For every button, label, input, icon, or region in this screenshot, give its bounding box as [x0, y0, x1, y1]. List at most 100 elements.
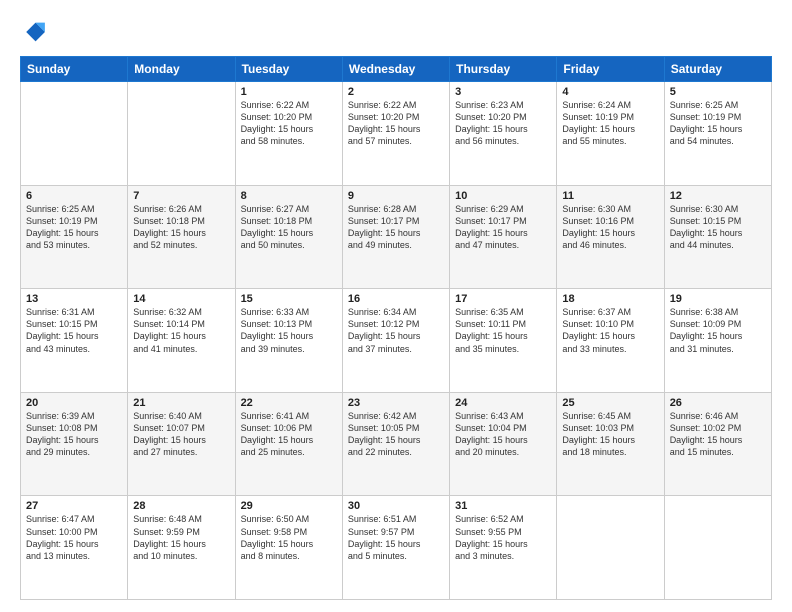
calendar-cell: 15Sunrise: 6:33 AM Sunset: 10:13 PM Dayl…	[235, 289, 342, 393]
calendar-cell: 28Sunrise: 6:48 AM Sunset: 9:59 PM Dayli…	[128, 496, 235, 600]
calendar-table: SundayMondayTuesdayWednesdayThursdayFrid…	[20, 56, 772, 600]
day-info: Sunrise: 6:22 AM Sunset: 10:20 PM Daylig…	[241, 99, 337, 148]
day-header-friday: Friday	[557, 57, 664, 82]
day-number: 13	[26, 293, 122, 305]
day-number: 24	[455, 397, 551, 409]
day-info: Sunrise: 6:45 AM Sunset: 10:03 PM Daylig…	[562, 410, 658, 459]
day-info: Sunrise: 6:41 AM Sunset: 10:06 PM Daylig…	[241, 410, 337, 459]
day-number: 8	[241, 190, 337, 202]
day-number: 29	[241, 500, 337, 512]
day-number: 20	[26, 397, 122, 409]
calendar-cell: 8Sunrise: 6:27 AM Sunset: 10:18 PM Dayli…	[235, 185, 342, 289]
calendar-cell: 1Sunrise: 6:22 AM Sunset: 10:20 PM Dayli…	[235, 82, 342, 186]
day-header-sunday: Sunday	[21, 57, 128, 82]
day-info: Sunrise: 6:29 AM Sunset: 10:17 PM Daylig…	[455, 203, 551, 252]
day-info: Sunrise: 6:30 AM Sunset: 10:16 PM Daylig…	[562, 203, 658, 252]
page: SundayMondayTuesdayWednesdayThursdayFrid…	[0, 0, 792, 612]
calendar-cell: 24Sunrise: 6:43 AM Sunset: 10:04 PM Dayl…	[450, 392, 557, 496]
calendar-week-row: 1Sunrise: 6:22 AM Sunset: 10:20 PM Dayli…	[21, 82, 772, 186]
day-info: Sunrise: 6:25 AM Sunset: 10:19 PM Daylig…	[26, 203, 122, 252]
calendar-cell: 6Sunrise: 6:25 AM Sunset: 10:19 PM Dayli…	[21, 185, 128, 289]
day-number: 21	[133, 397, 229, 409]
day-number: 5	[670, 86, 766, 98]
calendar-week-row: 13Sunrise: 6:31 AM Sunset: 10:15 PM Dayl…	[21, 289, 772, 393]
calendar-cell: 17Sunrise: 6:35 AM Sunset: 10:11 PM Dayl…	[450, 289, 557, 393]
day-info: Sunrise: 6:23 AM Sunset: 10:20 PM Daylig…	[455, 99, 551, 148]
day-info: Sunrise: 6:38 AM Sunset: 10:09 PM Daylig…	[670, 306, 766, 355]
calendar-cell: 14Sunrise: 6:32 AM Sunset: 10:14 PM Dayl…	[128, 289, 235, 393]
day-info: Sunrise: 6:46 AM Sunset: 10:02 PM Daylig…	[670, 410, 766, 459]
day-number: 2	[348, 86, 444, 98]
calendar-cell: 3Sunrise: 6:23 AM Sunset: 10:20 PM Dayli…	[450, 82, 557, 186]
day-number: 12	[670, 190, 766, 202]
calendar-cell: 4Sunrise: 6:24 AM Sunset: 10:19 PM Dayli…	[557, 82, 664, 186]
day-number: 17	[455, 293, 551, 305]
day-number: 19	[670, 293, 766, 305]
day-info: Sunrise: 6:31 AM Sunset: 10:15 PM Daylig…	[26, 306, 122, 355]
calendar-week-row: 27Sunrise: 6:47 AM Sunset: 10:00 PM Dayl…	[21, 496, 772, 600]
logo-icon	[20, 18, 48, 46]
day-info: Sunrise: 6:51 AM Sunset: 9:57 PM Dayligh…	[348, 513, 444, 562]
calendar-cell	[128, 82, 235, 186]
calendar-cell: 10Sunrise: 6:29 AM Sunset: 10:17 PM Dayl…	[450, 185, 557, 289]
calendar-cell: 26Sunrise: 6:46 AM Sunset: 10:02 PM Dayl…	[664, 392, 771, 496]
day-number: 3	[455, 86, 551, 98]
day-info: Sunrise: 6:27 AM Sunset: 10:18 PM Daylig…	[241, 203, 337, 252]
day-info: Sunrise: 6:25 AM Sunset: 10:19 PM Daylig…	[670, 99, 766, 148]
day-number: 6	[26, 190, 122, 202]
day-header-saturday: Saturday	[664, 57, 771, 82]
day-number: 18	[562, 293, 658, 305]
day-info: Sunrise: 6:28 AM Sunset: 10:17 PM Daylig…	[348, 203, 444, 252]
calendar-cell: 7Sunrise: 6:26 AM Sunset: 10:18 PM Dayli…	[128, 185, 235, 289]
calendar-cell	[21, 82, 128, 186]
day-info: Sunrise: 6:22 AM Sunset: 10:20 PM Daylig…	[348, 99, 444, 148]
day-number: 4	[562, 86, 658, 98]
day-info: Sunrise: 6:30 AM Sunset: 10:15 PM Daylig…	[670, 203, 766, 252]
day-info: Sunrise: 6:24 AM Sunset: 10:19 PM Daylig…	[562, 99, 658, 148]
day-info: Sunrise: 6:48 AM Sunset: 9:59 PM Dayligh…	[133, 513, 229, 562]
day-info: Sunrise: 6:50 AM Sunset: 9:58 PM Dayligh…	[241, 513, 337, 562]
calendar-cell: 12Sunrise: 6:30 AM Sunset: 10:15 PM Dayl…	[664, 185, 771, 289]
day-info: Sunrise: 6:37 AM Sunset: 10:10 PM Daylig…	[562, 306, 658, 355]
logo	[20, 18, 52, 46]
calendar-cell: 16Sunrise: 6:34 AM Sunset: 10:12 PM Dayl…	[342, 289, 449, 393]
day-info: Sunrise: 6:52 AM Sunset: 9:55 PM Dayligh…	[455, 513, 551, 562]
day-info: Sunrise: 6:40 AM Sunset: 10:07 PM Daylig…	[133, 410, 229, 459]
day-number: 14	[133, 293, 229, 305]
day-number: 23	[348, 397, 444, 409]
calendar-cell: 22Sunrise: 6:41 AM Sunset: 10:06 PM Dayl…	[235, 392, 342, 496]
day-info: Sunrise: 6:35 AM Sunset: 10:11 PM Daylig…	[455, 306, 551, 355]
day-number: 31	[455, 500, 551, 512]
day-number: 22	[241, 397, 337, 409]
calendar-header-row: SundayMondayTuesdayWednesdayThursdayFrid…	[21, 57, 772, 82]
day-number: 28	[133, 500, 229, 512]
day-info: Sunrise: 6:42 AM Sunset: 10:05 PM Daylig…	[348, 410, 444, 459]
calendar-cell: 11Sunrise: 6:30 AM Sunset: 10:16 PM Dayl…	[557, 185, 664, 289]
day-number: 9	[348, 190, 444, 202]
calendar-week-row: 20Sunrise: 6:39 AM Sunset: 10:08 PM Dayl…	[21, 392, 772, 496]
day-number: 27	[26, 500, 122, 512]
calendar-cell: 18Sunrise: 6:37 AM Sunset: 10:10 PM Dayl…	[557, 289, 664, 393]
day-info: Sunrise: 6:26 AM Sunset: 10:18 PM Daylig…	[133, 203, 229, 252]
day-info: Sunrise: 6:47 AM Sunset: 10:00 PM Daylig…	[26, 513, 122, 562]
calendar-cell: 2Sunrise: 6:22 AM Sunset: 10:20 PM Dayli…	[342, 82, 449, 186]
day-number: 7	[133, 190, 229, 202]
day-info: Sunrise: 6:39 AM Sunset: 10:08 PM Daylig…	[26, 410, 122, 459]
day-info: Sunrise: 6:43 AM Sunset: 10:04 PM Daylig…	[455, 410, 551, 459]
calendar-cell: 20Sunrise: 6:39 AM Sunset: 10:08 PM Dayl…	[21, 392, 128, 496]
day-number: 16	[348, 293, 444, 305]
calendar-cell: 30Sunrise: 6:51 AM Sunset: 9:57 PM Dayli…	[342, 496, 449, 600]
calendar-cell: 5Sunrise: 6:25 AM Sunset: 10:19 PM Dayli…	[664, 82, 771, 186]
header	[20, 18, 772, 46]
calendar-cell: 19Sunrise: 6:38 AM Sunset: 10:09 PM Dayl…	[664, 289, 771, 393]
day-number: 10	[455, 190, 551, 202]
calendar-cell: 23Sunrise: 6:42 AM Sunset: 10:05 PM Dayl…	[342, 392, 449, 496]
day-number: 1	[241, 86, 337, 98]
day-info: Sunrise: 6:34 AM Sunset: 10:12 PM Daylig…	[348, 306, 444, 355]
calendar-cell: 21Sunrise: 6:40 AM Sunset: 10:07 PM Dayl…	[128, 392, 235, 496]
calendar-cell	[664, 496, 771, 600]
calendar-week-row: 6Sunrise: 6:25 AM Sunset: 10:19 PM Dayli…	[21, 185, 772, 289]
day-info: Sunrise: 6:32 AM Sunset: 10:14 PM Daylig…	[133, 306, 229, 355]
day-number: 30	[348, 500, 444, 512]
day-header-thursday: Thursday	[450, 57, 557, 82]
